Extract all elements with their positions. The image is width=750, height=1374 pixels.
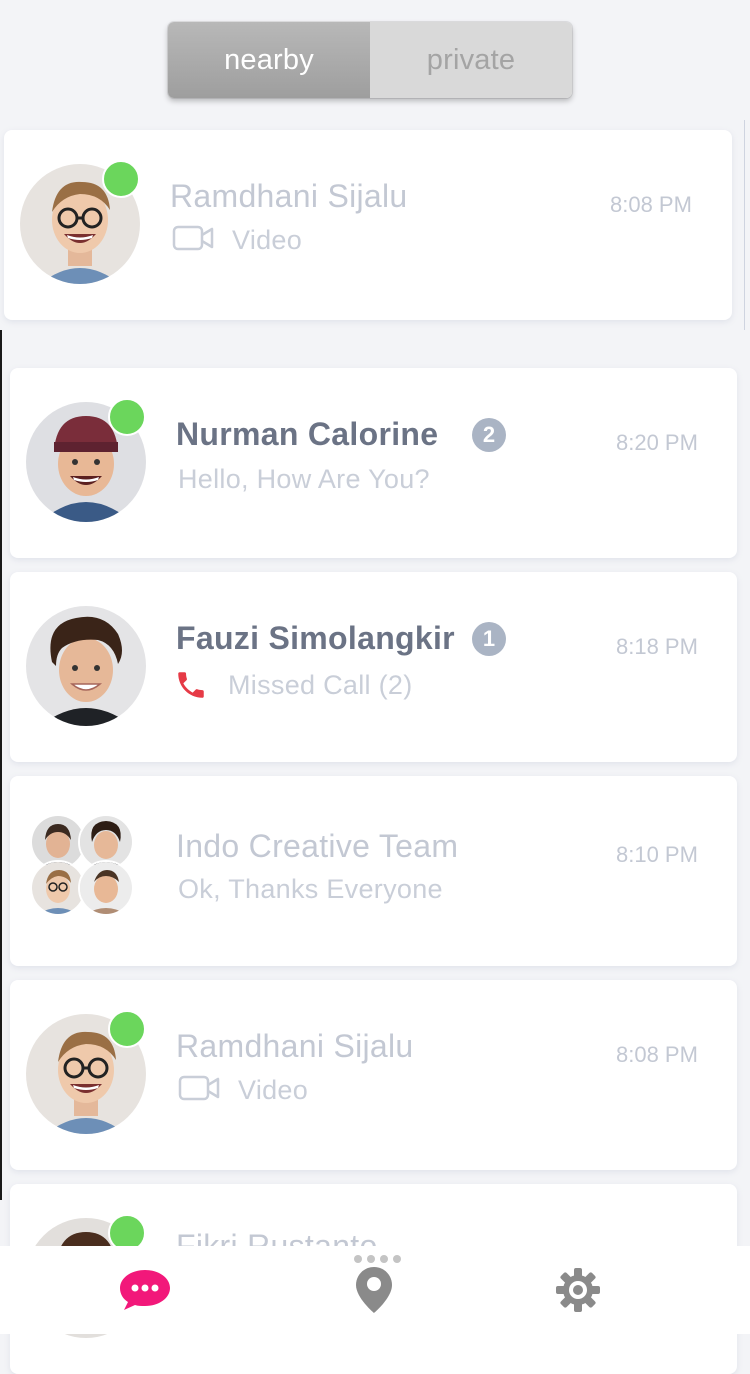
message-preview: Missed Call (2)	[228, 670, 413, 700]
video-icon	[178, 1075, 220, 1101]
chat-list-item[interactable]: Fauzi Simolangkir 1 Missed Call (2) 8:18…	[10, 572, 737, 762]
message-time: 8:18 PM	[616, 634, 698, 659]
message-time: 8:10 PM	[616, 842, 698, 867]
chat-list-item[interactable]: Nurman Calorine 2 Hello, How Are You? 8:…	[10, 368, 737, 558]
message-time: 8:08 PM	[616, 1042, 698, 1067]
group-member-avatar	[78, 860, 134, 916]
page-indicator-dots	[354, 1250, 406, 1268]
chat-list-item[interactable]: Ramdhani Sijalu Video 8:08 PM	[10, 980, 737, 1170]
contact-name: Ramdhani Sijalu	[176, 1028, 414, 1064]
edge-divider	[0, 330, 2, 1200]
edge-divider-right	[744, 120, 745, 330]
contact-name: Nurman Calorine	[176, 416, 439, 452]
online-indicator	[102, 160, 140, 198]
message-preview: Ok, Thanks Everyone	[178, 874, 443, 904]
tab-settings[interactable]	[528, 1246, 628, 1334]
online-indicator	[108, 1010, 146, 1048]
location-pin-icon	[356, 1267, 392, 1313]
message-time: 8:08 PM	[610, 192, 692, 217]
video-icon	[172, 225, 214, 251]
contact-name: Fauzi Simolangkir	[176, 620, 455, 656]
avatar	[26, 606, 146, 726]
message-preview: Hello, How Are You?	[178, 464, 430, 494]
unread-count-badge: 1	[472, 622, 506, 656]
chat-bubble-icon	[120, 1270, 170, 1310]
unread-count-badge: 2	[472, 418, 506, 452]
group-name: Indo Creative Team	[176, 828, 459, 864]
message-time: 8:20 PM	[616, 430, 698, 455]
chat-list-item[interactable]: Ramdhani Sijalu Video 8:08 PM	[4, 130, 732, 320]
phone-missed-icon	[178, 672, 204, 698]
online-indicator	[108, 398, 146, 436]
tab-private[interactable]: private	[370, 22, 572, 98]
segmented-control: nearby private	[168, 22, 572, 98]
tab-nearby[interactable]: nearby	[168, 22, 370, 98]
contact-name: Ramdhani Sijalu	[170, 178, 408, 214]
chat-list-item[interactable]: Indo Creative Team Ok, Thanks Everyone 8…	[10, 776, 737, 966]
message-preview: Video	[232, 225, 303, 255]
tab-messages[interactable]	[95, 1246, 195, 1334]
gear-icon	[556, 1268, 600, 1312]
message-preview: Video	[238, 1075, 309, 1105]
